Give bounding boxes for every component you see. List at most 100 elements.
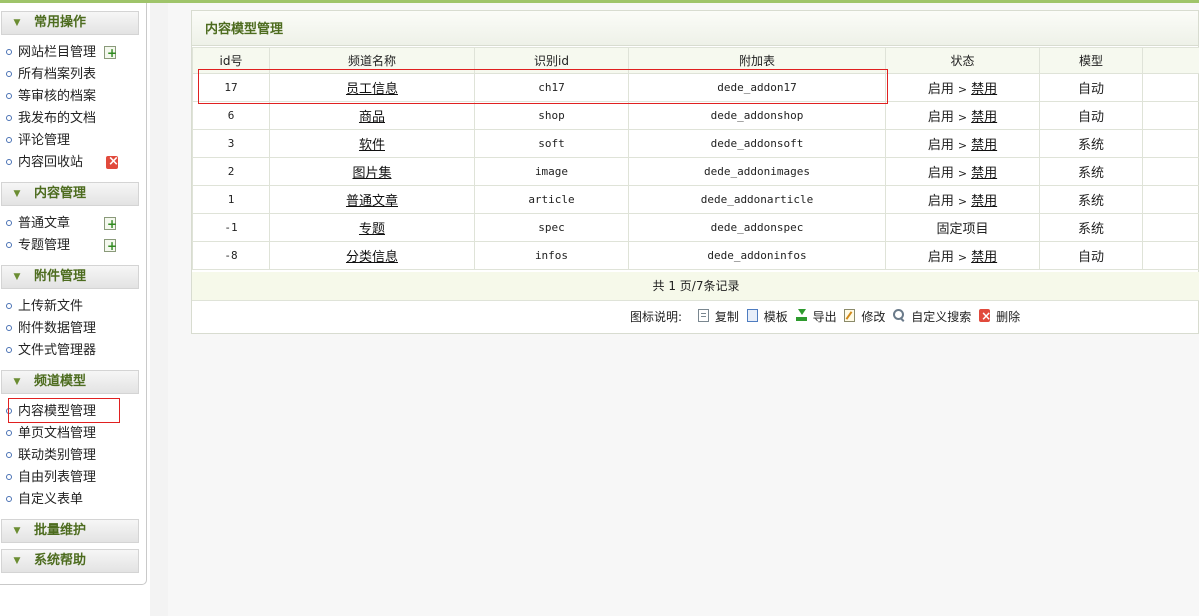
sidebar-group-channel-model[interactable]: ▼ 频道模型	[1, 370, 139, 394]
sidebar-item-file-manager[interactable]: 文件式管理器	[6, 341, 96, 361]
sidebar-group-content[interactable]: ▼ 内容管理	[1, 182, 139, 206]
add-icon[interactable]	[104, 43, 117, 63]
sidebar-item-linkage-category[interactable]: 联动类别管理	[6, 446, 96, 466]
sidebar-item-single-page[interactable]: 单页文档管理	[6, 424, 96, 444]
sidebar-item-recycle-bin[interactable]: 内容回收站	[6, 152, 126, 173]
copy-icon	[697, 309, 709, 322]
cell-nid: infos	[474, 241, 629, 270]
legend-item-search: 自定义搜索	[893, 307, 971, 327]
sidebar-item-free-list[interactable]: 自由列表管理	[6, 468, 96, 488]
add-icon[interactable]	[104, 236, 117, 256]
cell-nid: shop	[474, 101, 629, 130]
add-icon[interactable]	[104, 214, 117, 234]
table-row: 3 软件 soft dede_addonsoft 启用 > 禁用 系统	[192, 129, 1199, 158]
sidebar-item-my-documents[interactable]: 我发布的文档	[6, 109, 96, 129]
sidebar-item-topics[interactable]: 专题管理	[6, 236, 126, 256]
channel-name-link[interactable]: 图片集	[352, 166, 391, 181]
cell-addon-table: dede_addoninfos	[628, 241, 886, 270]
column-header-model: 模型	[1039, 47, 1143, 74]
icon-legend: 图标说明: 复制 模板 导出 修改 自定义搜索 删除	[630, 306, 1024, 327]
bullet-icon	[6, 302, 12, 309]
cell-nid: soft	[474, 129, 629, 158]
content-model-panel: 内容模型管理 id号 频道名称 识别id 附加表 状态 模型 17 员工信息 c…	[191, 10, 1199, 334]
cell-status: 启用 > 禁用	[885, 157, 1040, 186]
cell-addon-table: dede_addonspec	[628, 213, 886, 242]
sidebar-item-articles[interactable]: 普通文章	[6, 214, 126, 234]
panel-title: 内容模型管理	[192, 11, 1198, 46]
cell-actions	[1142, 185, 1199, 214]
legend-item-copy: 复制	[697, 307, 739, 327]
channel-name-link[interactable]: 商品	[359, 110, 385, 125]
legend-item-export: 导出	[795, 307, 837, 327]
cell-nid: image	[474, 157, 629, 186]
channel-name-link[interactable]: 分类信息	[346, 250, 398, 265]
cell-status: 启用 > 禁用	[885, 129, 1040, 158]
cell-nid: article	[474, 185, 629, 214]
column-header-actions	[1142, 47, 1199, 74]
channel-name-link[interactable]: 普通文章	[346, 194, 398, 209]
chevron-down-icon: ▼	[13, 556, 21, 566]
delete-icon[interactable]	[106, 152, 119, 172]
legend-title: 图标说明:	[630, 310, 683, 324]
template-icon	[746, 309, 758, 322]
cell-actions	[1142, 101, 1199, 130]
bullet-icon	[6, 451, 12, 458]
disable-link[interactable]: 禁用	[971, 110, 997, 125]
sidebar-group-attachments[interactable]: ▼ 附件管理	[1, 265, 139, 289]
sidebar-item-column-manage[interactable]: 网站栏目管理	[6, 43, 126, 63]
table-row: -1 专题 spec dede_addonspec 固定项目 系统	[192, 213, 1199, 242]
cell-status-fixed: 固定项目	[885, 213, 1040, 242]
sidebar-item-pending-archives[interactable]: 等审核的档案	[6, 87, 96, 107]
pager: 共 1 页/7条记录	[192, 272, 1199, 301]
edit-icon	[844, 309, 856, 322]
cell-actions	[1142, 241, 1199, 270]
export-icon	[795, 309, 807, 322]
cell-model: 系统	[1039, 213, 1143, 242]
disable-link[interactable]: 禁用	[971, 138, 997, 153]
channel-name-link[interactable]: 软件	[359, 138, 385, 153]
disable-link[interactable]: 禁用	[971, 82, 997, 97]
bullet-icon	[6, 495, 12, 502]
cell-id: -8	[192, 241, 270, 270]
sidebar-group-batch-maintenance[interactable]: ▼ 批量维护	[1, 519, 139, 543]
cell-model: 系统	[1039, 129, 1143, 158]
disable-link[interactable]: 禁用	[971, 194, 997, 209]
cell-actions	[1142, 213, 1199, 242]
cell-id: -1	[192, 213, 270, 242]
cell-actions	[1142, 157, 1199, 186]
bullet-icon	[6, 158, 12, 165]
disable-link[interactable]: 禁用	[971, 250, 997, 265]
chevron-down-icon: ▼	[13, 377, 21, 387]
table-row: 6 商品 shop dede_addonshop 启用 > 禁用 自动	[192, 101, 1199, 130]
cell-id: 6	[192, 101, 270, 130]
cell-id: 3	[192, 129, 270, 158]
cell-status: 启用 > 禁用	[885, 241, 1040, 270]
cell-addon-table: dede_addonarticle	[628, 185, 886, 214]
bullet-icon	[6, 136, 12, 143]
cell-model: 自动	[1039, 101, 1143, 130]
cell-addon-table: dede_addonsoft	[628, 129, 886, 158]
bullet-icon	[6, 324, 12, 331]
sidebar-group-system-help[interactable]: ▼ 系统帮助	[1, 549, 139, 573]
sidebar-item-upload-file[interactable]: 上传新文件	[6, 297, 83, 317]
sidebar-item-attachment-data[interactable]: 附件数据管理	[6, 319, 96, 339]
disable-link[interactable]: 禁用	[971, 166, 997, 181]
cell-model: 系统	[1039, 185, 1143, 214]
delete-icon	[979, 306, 991, 326]
channel-name-link[interactable]: 专题	[359, 222, 385, 237]
chevron-down-icon: ▼	[13, 272, 21, 282]
frame-gutter	[150, 3, 168, 616]
bullet-icon	[6, 114, 12, 121]
cell-id: 1	[192, 185, 270, 214]
cell-model: 自动	[1039, 73, 1143, 102]
sidebar-item-all-archives[interactable]: 所有档案列表	[6, 65, 96, 85]
sidebar-group-common[interactable]: ▼ 常用操作	[1, 11, 139, 35]
sidebar-item-comments[interactable]: 评论管理	[6, 131, 70, 151]
cell-status: 启用 > 禁用	[885, 73, 1040, 102]
cell-id: 2	[192, 157, 270, 186]
highlight-box-row-17	[198, 69, 888, 104]
cell-model: 自动	[1039, 241, 1143, 270]
bullet-icon	[6, 92, 12, 99]
sidebar-item-custom-form[interactable]: 自定义表单	[6, 490, 83, 510]
highlight-box-content-model	[8, 398, 120, 423]
